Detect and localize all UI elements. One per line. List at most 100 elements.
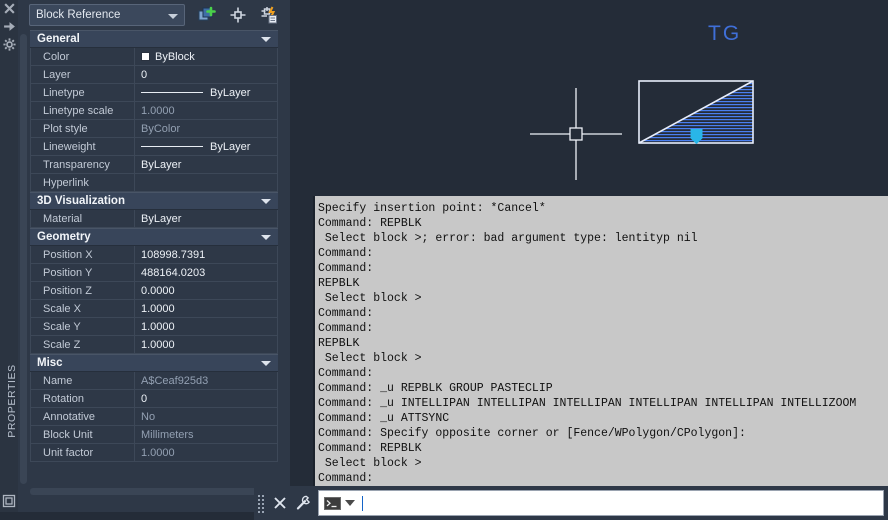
property-name: Linetype [30, 84, 135, 101]
pick-point-icon[interactable] [229, 6, 247, 24]
command-bar-grip[interactable] [258, 494, 265, 513]
property-value[interactable]: 0.0000 [135, 282, 278, 299]
command-history-panel[interactable]: Specify insertion point: *Cancel* Command… [313, 196, 888, 487]
property-name: Block Unit [30, 426, 135, 443]
property-value-text: 0.0000 [141, 284, 175, 297]
property-value[interactable]: Millimeters [135, 426, 278, 443]
property-name: Scale Z [30, 336, 135, 353]
command-history-line: Command: [318, 367, 374, 380]
property-value[interactable]: No [135, 408, 278, 425]
property-value[interactable]: 488164.0203 [135, 264, 278, 281]
command-history-line: Command: REPBLK [318, 217, 422, 230]
property-value-text: ByLayer [210, 140, 251, 153]
property-value[interactable]: 1.0000 [135, 336, 278, 353]
chevron-down-icon[interactable] [261, 234, 271, 240]
property-value[interactable]: 1.0000 [135, 444, 278, 461]
property-value[interactable]: 1.0000 [135, 102, 278, 119]
property-value[interactable]: ByLayer [135, 84, 278, 101]
palette-header: Block Reference [18, 0, 290, 30]
wrench-icon[interactable] [295, 495, 311, 511]
property-name: Linetype scale [30, 102, 135, 119]
property-row: Lineweight ByLayer [30, 138, 278, 156]
property-row: Scale Y 1.0000 [30, 318, 278, 336]
properties-palette: PROPERTIES Block Reference General Color… [0, 0, 290, 512]
property-value[interactable]: ByLayer [135, 210, 278, 227]
property-value[interactable] [135, 174, 278, 191]
property-value[interactable]: A$Ceaf925d3 [135, 372, 278, 389]
property-row: Block Unit Millimeters [30, 426, 278, 444]
property-category-general[interactable]: General [30, 30, 278, 48]
property-row: Annotative No [30, 408, 278, 426]
console-prompt-icon[interactable] [324, 496, 341, 510]
property-name: Rotation [30, 390, 135, 407]
property-row: Scale Z 1.0000 [30, 336, 278, 354]
property-name: Material [30, 210, 135, 227]
quick-select-icon[interactable] [198, 6, 216, 24]
property-row: Unit factor 1.0000 [30, 444, 278, 462]
close-icon[interactable] [3, 2, 16, 15]
property-value-text: No [141, 410, 156, 423]
chevron-down-icon[interactable] [261, 360, 271, 366]
property-row: Position Z 0.0000 [30, 282, 278, 300]
palette-title-icons [2, 2, 17, 51]
palette-scrollbar[interactable] [18, 30, 30, 492]
category-label: 3D Visualization [37, 195, 125, 207]
property-category-geometry[interactable]: Geometry [30, 228, 278, 246]
property-value-text: Millimeters [141, 428, 194, 441]
property-value[interactable]: ByLayer [135, 156, 278, 173]
property-name: Name [30, 372, 135, 389]
property-value[interactable]: 0 [135, 390, 278, 407]
chevron-down-icon[interactable] [261, 198, 271, 204]
property-name: Layer [30, 66, 135, 83]
block-grip-marker[interactable] [690, 129, 703, 144]
property-row: Linetype scale 1.0000 [30, 102, 278, 120]
palette-hscroll-area[interactable] [30, 488, 278, 496]
palette-pin-icon[interactable] [2, 494, 16, 508]
property-value-text: ByBlock [155, 50, 195, 63]
autocad-window: TG PROPERTIES Block Reference General Co… [0, 0, 888, 520]
property-category-misc[interactable]: Misc [30, 354, 278, 372]
object-type-select[interactable]: Block Reference [29, 4, 185, 26]
command-history-line: Command: [318, 262, 374, 275]
palette-title-text: PROPERTIES [6, 364, 18, 438]
property-category-3d-visualization[interactable]: 3D Visualization [30, 192, 278, 210]
linetype-preview [141, 92, 203, 93]
property-value[interactable]: 1.0000 [135, 318, 278, 335]
property-value[interactable]: 1.0000 [135, 300, 278, 317]
property-row: Material ByLayer [30, 210, 278, 228]
property-value[interactable]: ByBlock [135, 48, 278, 65]
auto-hide-arrow-icon[interactable] [3, 20, 16, 33]
property-value[interactable]: ByLayer [135, 138, 278, 155]
property-value[interactable]: 0 [135, 66, 278, 83]
command-history-line: Specify insertion point: *Cancel* [318, 202, 546, 215]
property-name: Lineweight [30, 138, 135, 155]
command-input[interactable] [318, 490, 884, 516]
property-row: Name A$Ceaf925d3 [30, 372, 278, 390]
category-label: Geometry [37, 231, 91, 243]
command-history-line: Command: [318, 322, 374, 335]
category-label: General [37, 33, 80, 45]
property-value[interactable]: ByColor [135, 120, 278, 137]
palette-hscroll-thumb[interactable] [30, 488, 278, 495]
palette-scroll-thumb[interactable] [20, 34, 27, 484]
property-value-text: 1.0000 [141, 320, 175, 333]
property-value-text: 0 [141, 392, 148, 405]
gear-icon[interactable] [3, 38, 16, 51]
property-name: Unit factor [30, 444, 135, 461]
command-history-line: Command: _u ATTSYNC [318, 412, 450, 425]
property-value-text: 1.0000 [141, 104, 175, 117]
chevron-down-icon[interactable] [261, 36, 271, 42]
chevron-down-icon[interactable] [345, 500, 355, 506]
command-history-line: Command: _u REPBLK GROUP PASTECLIP [318, 382, 553, 395]
property-name: Color [30, 48, 135, 65]
property-row: Hyperlink [30, 174, 278, 192]
property-name: Position X [30, 246, 135, 263]
quick-calculator-icon[interactable] [260, 6, 278, 24]
property-name: Scale Y [30, 318, 135, 335]
close-icon[interactable] [272, 495, 288, 511]
property-value-text: ByLayer [210, 86, 251, 99]
property-value-text: 488164.0203 [141, 266, 206, 279]
property-name: Position Z [30, 282, 135, 299]
property-value-text: ByLayer [141, 212, 182, 225]
property-value[interactable]: 108998.7391 [135, 246, 278, 263]
